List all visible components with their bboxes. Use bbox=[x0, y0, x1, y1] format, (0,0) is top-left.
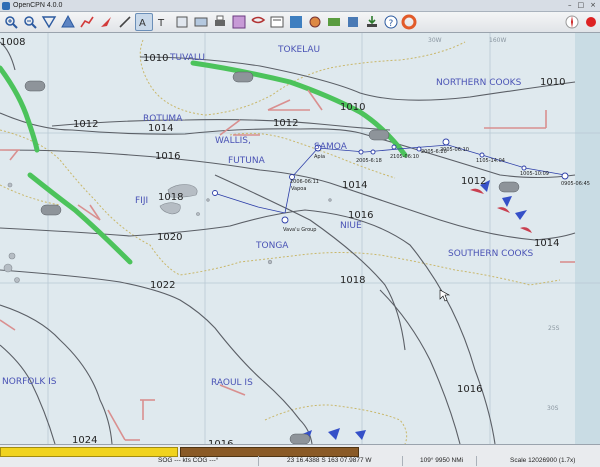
isobar-label: 1014 bbox=[534, 238, 559, 249]
svg-text:T: T bbox=[157, 18, 165, 29]
waypoint-label: Vava'u Group bbox=[283, 227, 316, 233]
region-tonga: TONGA bbox=[255, 241, 289, 251]
region-northern-cooks: NORTHERN COOKS bbox=[436, 78, 522, 88]
grib-button[interactable] bbox=[249, 13, 267, 31]
download-button[interactable] bbox=[363, 13, 381, 31]
scale-up-button[interactable] bbox=[59, 13, 77, 31]
region-tokelau: TOKELAU bbox=[277, 45, 320, 55]
measure-button[interactable] bbox=[116, 13, 134, 31]
region-wallis: WALLIS, bbox=[215, 136, 251, 146]
status-progress-bar bbox=[0, 447, 178, 457]
isobar-label: 1014 bbox=[148, 123, 173, 134]
region-fiji: FIJI bbox=[135, 196, 148, 206]
isobar-label: 1016 bbox=[155, 151, 180, 162]
app-icon bbox=[2, 1, 10, 10]
waypoint-label: 2005-06:10 bbox=[440, 147, 469, 153]
isobar-label: 1014 bbox=[342, 180, 367, 191]
import-button[interactable] bbox=[325, 13, 343, 31]
waypoint-label: 2005-6:18 bbox=[356, 158, 382, 164]
cursor-position-readout: 23 16.4388 S 163 07.9877 W bbox=[287, 457, 372, 464]
print-button[interactable] bbox=[211, 13, 229, 31]
region-tuvalu: TUVALU bbox=[169, 53, 205, 63]
bearing-distance-readout: 109° 9950 NMi bbox=[420, 457, 464, 464]
chart-canvas[interactable]: TUVALU TOKELAU NORTHERN COOKS ROTUMA WAL… bbox=[0, 33, 600, 444]
divider bbox=[402, 456, 403, 466]
isobar-label: 1018 bbox=[340, 275, 365, 286]
region-southern-cooks: SOUTHERN COOKS bbox=[448, 249, 534, 259]
isobar-label: 1012 bbox=[461, 176, 486, 187]
region-futuna: FUTUNA bbox=[228, 156, 266, 166]
chart-bar-button[interactable] bbox=[192, 13, 210, 31]
isobar-label: 1024 bbox=[72, 435, 97, 444]
close-button[interactable]: × bbox=[590, 1, 596, 9]
help-button[interactable]: ? bbox=[382, 13, 400, 31]
scale-down-button[interactable] bbox=[40, 13, 58, 31]
status-progress-bar-alt bbox=[180, 447, 359, 457]
waypoint-label: Apia bbox=[314, 154, 325, 160]
status-bar: SOG --- kts COG ---° 23 16.4388 S 163 07… bbox=[0, 444, 600, 467]
waypoint-label: 2105-06:10 bbox=[390, 154, 419, 160]
weather-fax-button[interactable] bbox=[268, 13, 286, 31]
route-button[interactable] bbox=[78, 13, 96, 31]
isobar-label: 1010 bbox=[340, 102, 365, 113]
currents-button[interactable]: T bbox=[154, 13, 172, 31]
title-bar: OpenCPN 4.0.0 – □ × bbox=[0, 0, 600, 12]
export-button[interactable] bbox=[344, 13, 362, 31]
maximize-button[interactable]: □ bbox=[578, 1, 585, 9]
isobar-label: 1016 bbox=[348, 210, 373, 221]
isobar-label: 1010 bbox=[143, 53, 168, 64]
waypoint-label: 1105-14:04 bbox=[476, 158, 505, 164]
ais-button[interactable]: A bbox=[135, 13, 153, 31]
svg-text:?: ? bbox=[389, 19, 394, 29]
isobar-label: 1012 bbox=[273, 118, 298, 129]
region-niue: NIUE bbox=[340, 221, 362, 231]
isobar-label: 1016 bbox=[457, 384, 482, 395]
grid-label-25s: 25S bbox=[548, 325, 560, 332]
dashboard-button[interactable] bbox=[287, 13, 305, 31]
isobar-label: 1022 bbox=[150, 280, 175, 291]
window-title: OpenCPN 4.0.0 bbox=[13, 2, 63, 9]
grid-label-160w: 160W bbox=[489, 37, 506, 44]
zoom-in-button[interactable] bbox=[2, 13, 20, 31]
svg-text:A: A bbox=[139, 18, 146, 29]
main-toolbar: A T ? bbox=[0, 12, 600, 33]
waypoint-label: Vapoa bbox=[291, 186, 306, 192]
isobar-label: 1008 bbox=[0, 37, 25, 48]
tides-button[interactable] bbox=[173, 13, 191, 31]
scale-readout: Scale 12026900 (1.7x) bbox=[510, 457, 576, 464]
region-samoa: SAMOA bbox=[314, 142, 348, 152]
gps-status-icon bbox=[582, 13, 600, 31]
waypoint-label: 1005-10:09 bbox=[520, 171, 549, 177]
compass-icon bbox=[563, 13, 581, 31]
isobar-label: 1020 bbox=[157, 232, 182, 243]
divider bbox=[476, 456, 477, 466]
isobar-label: 1010 bbox=[540, 77, 565, 88]
sog-cog-readout: SOG --- kts COG ---° bbox=[158, 457, 219, 464]
waypoint-label: 2006-06:11 bbox=[290, 179, 319, 185]
waypoint-label: 0905-06:45 bbox=[561, 181, 590, 187]
route-manager-button[interactable] bbox=[230, 13, 248, 31]
region-norfolk-is: NORFOLK IS bbox=[2, 377, 57, 387]
grid-label-30w: 30W bbox=[428, 37, 442, 44]
divider bbox=[258, 456, 259, 466]
minimize-button[interactable]: – bbox=[568, 1, 572, 9]
region-raoul-is: RAOUL IS bbox=[211, 378, 253, 388]
isobar-label: 1012 bbox=[73, 119, 98, 130]
grid-label-30s: 30S bbox=[547, 405, 559, 412]
follow-button[interactable] bbox=[97, 13, 115, 31]
isobar-label: 1018 bbox=[158, 192, 183, 203]
track-button[interactable] bbox=[306, 13, 324, 31]
zoom-out-button[interactable] bbox=[21, 13, 39, 31]
lifebuoy-button[interactable] bbox=[400, 13, 418, 31]
